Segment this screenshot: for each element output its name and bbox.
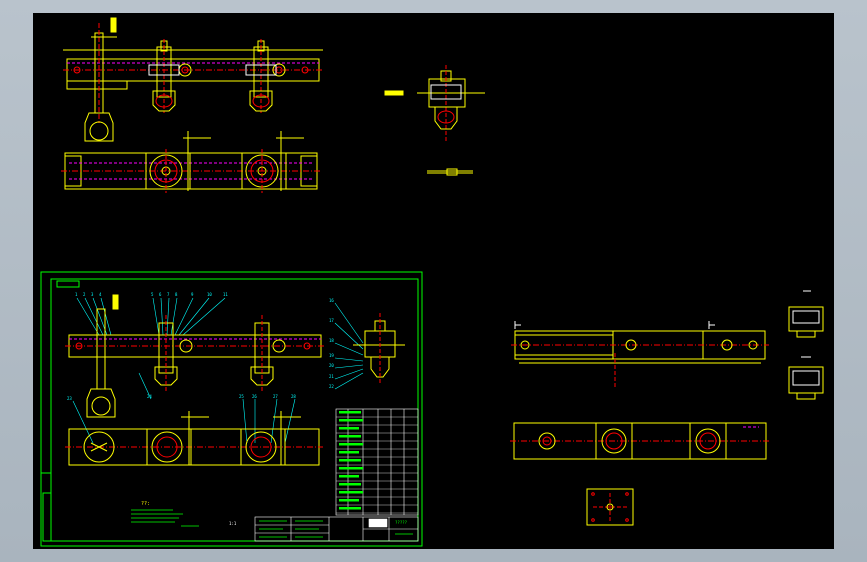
part-number-28: 28 xyxy=(291,394,296,399)
part-number-18: 18 xyxy=(329,338,334,343)
title-block-label: ????? xyxy=(395,520,408,525)
parts-list-entry xyxy=(339,491,363,494)
part-detail-top-view xyxy=(510,422,770,460)
parts-list-entry xyxy=(339,467,363,470)
part-detail-plate-view xyxy=(586,488,634,526)
part-number-8: 8 xyxy=(175,292,178,297)
part-detail-front-view xyxy=(511,321,769,389)
parts-list-entry xyxy=(339,483,361,486)
part-number-4: 4 xyxy=(99,292,102,297)
parts-list-entry xyxy=(339,499,359,502)
part-number-20: 20 xyxy=(329,363,334,368)
part-number-3: 3 xyxy=(91,292,94,297)
part-number-25: 25 xyxy=(239,394,244,399)
parts-list-entry xyxy=(339,459,361,462)
parts-list-entry xyxy=(339,507,361,510)
part-number-24: 24 xyxy=(147,394,152,399)
parts-list-entry xyxy=(339,451,359,454)
part-number-22: 22 xyxy=(329,384,334,389)
parts-list-entry xyxy=(339,427,359,430)
part-number-27: 27 xyxy=(273,394,278,399)
assembly-sheet: 1 2 3 4 5 6 7 8 9 10 11 16 17 18 19 20 2… xyxy=(40,271,423,547)
upper-front-view xyxy=(63,17,323,142)
scale-text: 1:1 xyxy=(229,521,237,526)
part-number-10: 10 xyxy=(207,292,212,297)
upper-side-view xyxy=(384,65,485,176)
parts-list-entry xyxy=(339,435,361,438)
cad-drawing-viewport[interactable]: 1 2 3 4 5 6 7 8 9 10 11 16 17 18 19 20 2… xyxy=(33,13,834,549)
part-number-26: 26 xyxy=(252,394,257,399)
parts-list-entry xyxy=(339,475,359,478)
cad-drawing-canvas[interactable]: 1 2 3 4 5 6 7 8 9 10 11 16 17 18 19 20 2… xyxy=(33,13,834,549)
part-number-1: 1 xyxy=(75,292,78,297)
parts-list-entry xyxy=(339,443,363,446)
part-number-5: 5 xyxy=(151,292,154,297)
part-number-6: 6 xyxy=(159,292,162,297)
part-number-9: 9 xyxy=(191,292,194,297)
parts-list-entry xyxy=(339,419,363,422)
notes-heading: ??: xyxy=(141,501,150,507)
part-number-23: 23 xyxy=(67,396,72,401)
part-number-16: 16 xyxy=(329,298,334,303)
part-number-17: 17 xyxy=(329,318,334,323)
part-number-19: 19 xyxy=(329,353,334,358)
parts-list-entry xyxy=(339,411,361,414)
part-number-21: 21 xyxy=(329,374,334,379)
part-number-11: 11 xyxy=(223,292,228,297)
part-number-7: 7 xyxy=(167,292,170,297)
technical-notes: ??: 1:1 xyxy=(131,501,237,527)
section-views xyxy=(788,290,824,400)
part-number-2: 2 xyxy=(83,292,86,297)
